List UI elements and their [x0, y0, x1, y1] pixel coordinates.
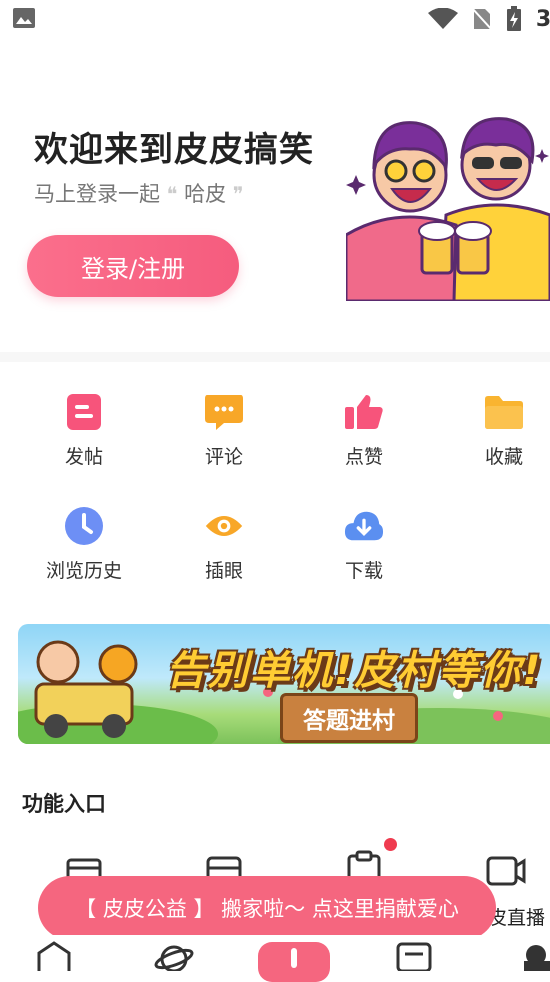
- welcome-title: 欢迎来到皮皮搞笑: [34, 130, 314, 170]
- subtitle-word: 哈皮: [184, 182, 227, 206]
- download-cloud-icon: [344, 506, 384, 546]
- live-video-icon[interactable]: [486, 850, 526, 890]
- open-quote-icon: ❝: [166, 182, 178, 206]
- home-icon[interactable]: [36, 941, 72, 971]
- action-post[interactable]: 发帖: [24, 392, 144, 469]
- action-favorite[interactable]: 收藏: [444, 392, 550, 469]
- promo-banner[interactable]: 告别单机!皮村等你! 答题进村: [18, 624, 550, 744]
- wifi-icon: [427, 8, 458, 29]
- welcome-subtitle: 马上登录一起 ❝ 哈皮 ❞: [34, 178, 244, 208]
- notification-dot: [384, 838, 397, 851]
- folder-icon: [484, 392, 524, 432]
- planet-icon[interactable]: [154, 941, 194, 971]
- no-sim-icon: [471, 7, 492, 31]
- clock-icon: [64, 506, 104, 546]
- feature-live-label[interactable]: 皮直播: [488, 903, 545, 930]
- message-icon[interactable]: [396, 941, 432, 971]
- status-bar: 3:: [0, 0, 550, 36]
- action-like[interactable]: 点赞: [304, 392, 424, 469]
- banner-quiz-button[interactable]: 答题进村: [280, 693, 418, 743]
- action-download-label: 下载: [344, 560, 383, 582]
- action-post-label: 发帖: [64, 446, 103, 468]
- plus-icon: [291, 948, 297, 968]
- action-favorite-label: 收藏: [484, 446, 523, 468]
- image-icon: [13, 8, 35, 28]
- charity-toast[interactable]: 【 皮皮公益 】 搬家啦～ 点这里捐献爱心: [38, 876, 496, 940]
- action-history[interactable]: 浏览历史: [24, 506, 144, 583]
- action-like-label: 点赞: [344, 446, 383, 468]
- action-comment-label: 评论: [204, 446, 243, 468]
- action-history-label: 浏览历史: [45, 560, 122, 582]
- action-download[interactable]: 下载: [304, 506, 424, 583]
- action-eye[interactable]: 插眼: [164, 506, 284, 583]
- thumbs-up-icon: [344, 392, 384, 432]
- eye-icon: [204, 506, 244, 546]
- battery-charging-icon: [506, 6, 521, 31]
- close-quote-icon: ❞: [232, 182, 244, 206]
- post-icon: [64, 392, 104, 432]
- subtitle-prefix: 马上登录一起: [34, 182, 160, 206]
- profile-icon[interactable]: [516, 941, 550, 971]
- status-time: 3:: [535, 6, 550, 32]
- section-divider: [0, 352, 550, 362]
- features-section-title: 功能入口: [22, 792, 106, 816]
- comment-icon: [204, 392, 244, 432]
- action-eye-label: 插眼: [204, 560, 243, 582]
- banner-title: 告别单机!皮村等你!: [166, 648, 543, 694]
- action-comment[interactable]: 评论: [164, 392, 284, 469]
- login-register-button[interactable]: 登录/注册: [27, 235, 239, 297]
- publish-button[interactable]: [258, 942, 330, 982]
- mascot-illustration: [346, 117, 550, 301]
